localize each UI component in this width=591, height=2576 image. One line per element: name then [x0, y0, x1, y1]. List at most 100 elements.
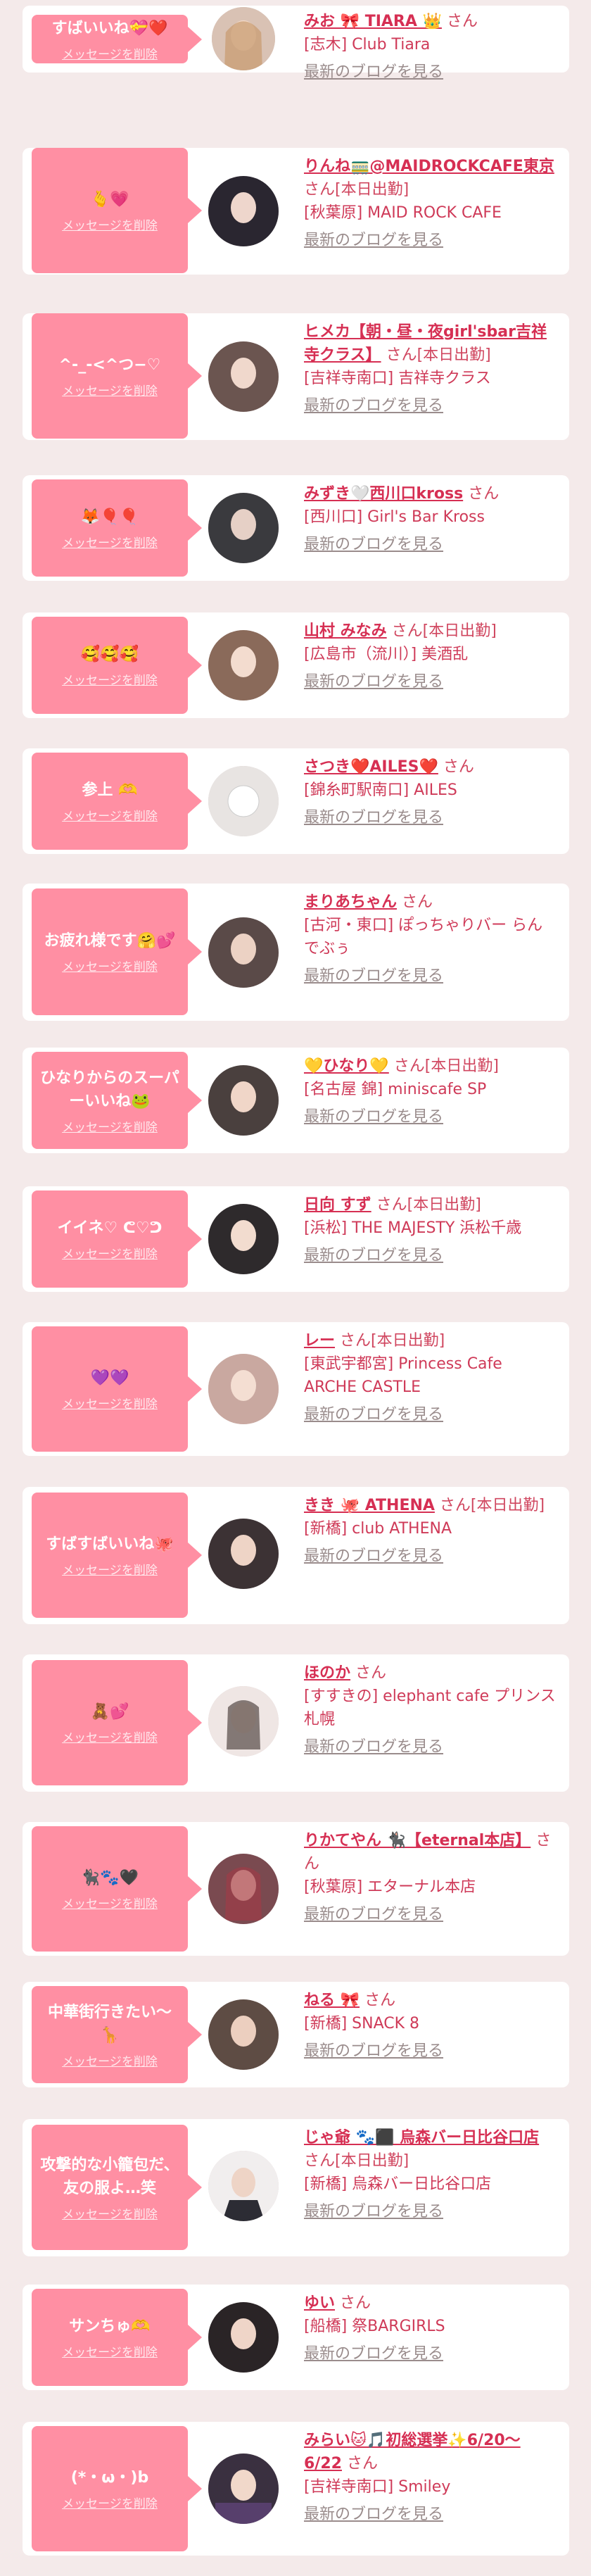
message-text: 中華街行きたい〜🦒 [47, 2003, 172, 2044]
sender-name[interactable]: じゃ爺 🐾⬛ 烏森バー日比谷口店 [304, 2129, 539, 2147]
avatar[interactable] [208, 2454, 279, 2524]
latest-blog-link[interactable]: 最新のブログを見る [304, 2342, 557, 2365]
latest-blog-link[interactable]: 最新のブログを見る [304, 229, 557, 252]
avatar-photo [208, 2302, 279, 2373]
sender-info: りんね🚃@MAIDROCKCAFE東京 さん[本日出勤] [秋葉原] MAID … [304, 155, 557, 252]
delete-message-link[interactable]: メッセージを削除 [62, 806, 158, 824]
delete-message-link[interactable]: メッセージを削除 [62, 2052, 158, 2069]
avatar-photo [208, 2454, 279, 2524]
sender-name[interactable]: みお 🎀 TIARA 👑 [304, 13, 442, 30]
avatar[interactable] [208, 1204, 279, 1274]
delete-message-link[interactable]: メッセージを削除 [62, 1117, 158, 1135]
latest-blog-link[interactable]: 最新のブログを見る [304, 1105, 557, 1129]
message-card: 参上 🫶 メッセージを削除 さつき❤️AILES❤️ さん [錦糸町駅南口] A… [23, 748, 569, 854]
avatar-photo [208, 493, 279, 563]
latest-blog-link[interactable]: 最新のブログを見る [304, 965, 557, 988]
message-card: 💜💜 メッセージを削除 レー さん[本日出勤] [東武宇都宮] Princess… [23, 1322, 569, 1456]
sender-info: みお 🎀 TIARA 👑 さん [志木] Club Tiara 最新のブログを見… [304, 10, 557, 84]
latest-blog-link[interactable]: 最新のブログを見る [304, 2040, 557, 2063]
delete-message-link[interactable]: メッセージを削除 [62, 1244, 158, 1262]
message-card: すばすばいいね🐙 メッセージを削除 きき 🐙 ATHENA さん[本日出勤] [… [23, 1487, 569, 1624]
sender-name[interactable]: ほのか [304, 1664, 350, 1682]
avatar[interactable] [208, 1999, 279, 2070]
delete-message-link[interactable]: メッセージを削除 [62, 1894, 158, 1911]
shop-name: [すすきの] elephant cafe プリンス 札幌 [304, 1688, 556, 1728]
message-card: お疲れ様です🤗💕 メッセージを削除 まりあちゃん さん [古河・東口] ぽっちゃ… [23, 884, 569, 1021]
delete-message-link[interactable]: メッセージを削除 [62, 44, 158, 62]
latest-blog-link[interactable]: 最新のブログを見る [304, 1735, 557, 1759]
delete-message-link[interactable]: メッセージを削除 [62, 381, 158, 398]
message-card: ^-_-<^つ−♡ メッセージを削除 ヒメカ【朝・昼・夜girl'sbar吉祥寺… [23, 313, 569, 440]
sender-name[interactable]: りかてやん 🐈‍⬛【eternal本店】 [304, 1832, 530, 1849]
delete-message-link[interactable]: メッセージを削除 [62, 2204, 158, 2222]
avatar[interactable] [212, 7, 275, 70]
sender-name[interactable]: 💛ひなり💛 [304, 1057, 389, 1075]
message-card: 攻撃的な小籠包だ、友の服よ…笑 メッセージを削除 じゃ爺 🐾⬛ 烏森バー日比谷口… [23, 2119, 569, 2256]
latest-blog-link[interactable]: 最新のブログを見る [304, 806, 557, 829]
avatar[interactable] [208, 630, 279, 700]
delete-message-link[interactable]: メッセージを削除 [62, 957, 158, 974]
avatar[interactable] [208, 2302, 279, 2373]
sender-name[interactable]: 日向 すず [304, 1196, 371, 1214]
message-card: 🫰💗 メッセージを削除 りんね🚃@MAIDROCKCAFE東京 さん[本日出勤]… [23, 148, 569, 275]
sender-suffix: さん [446, 13, 478, 30]
message-card: すばいいね💝❤️ メッセージを削除 みお 🎀 TIARA 👑 さん [志木] C… [23, 6, 569, 81]
delete-message-link[interactable]: メッセージを削除 [62, 1728, 158, 1745]
message-bubble: すばすばいいね🐙 メッセージを削除 [32, 1493, 202, 1618]
shop-name: [古河・東口] ぽっちゃりバー らんでぶぅ [304, 917, 543, 957]
avatar[interactable] [208, 1065, 279, 1136]
avatar[interactable] [208, 1519, 279, 1589]
sender-name[interactable]: きき 🐙 ATHENA [304, 1497, 435, 1514]
sender-name[interactable]: さつき❤️AILES❤️ [304, 758, 438, 776]
sender-name[interactable]: 山村 みなみ [304, 622, 387, 640]
delete-message-link[interactable]: メッセージを削除 [62, 215, 158, 233]
delete-message-link[interactable]: メッセージを削除 [62, 2494, 158, 2511]
avatar-photo [208, 2151, 279, 2221]
latest-blog-link[interactable]: 最新のブログを見る [304, 1903, 557, 1926]
delete-message-link[interactable]: メッセージを削除 [62, 670, 158, 688]
sender-info: さつき❤️AILES❤️ さん [錦糸町駅南口] AILES 最新のブログを見る [304, 755, 557, 829]
sender-name[interactable]: りんね🚃@MAIDROCKCAFE東京 [304, 158, 554, 175]
sender-info: ゆい さん [船橋] 祭BARGIRLS 最新のブログを見る [304, 2292, 557, 2365]
sender-info: 💛ひなり💛 さん[本日出勤] [名古屋 錦] miniscafe SP 最新のブ… [304, 1055, 557, 1129]
sender-info: 日向 すず さん[本日出勤] [浜松] THE MAJESTY 浜松千歳 最新の… [304, 1193, 557, 1267]
delete-message-link[interactable]: メッセージを削除 [62, 1560, 158, 1578]
avatar[interactable] [208, 1686, 279, 1757]
latest-blog-link[interactable]: 最新のブログを見る [304, 2503, 557, 2526]
avatar[interactable] [208, 766, 279, 836]
shop-name: [秋葉原] MAID ROCK CAFE [304, 204, 502, 222]
delete-message-link[interactable]: メッセージを削除 [62, 1394, 158, 1412]
sender-suffix: さん[本日出勤] [393, 1057, 499, 1075]
delete-message-link[interactable]: メッセージを削除 [62, 2342, 158, 2360]
avatar[interactable] [208, 493, 279, 563]
avatar[interactable] [208, 341, 279, 412]
sender-info: ヒメカ【朝・昼・夜girl'sbar吉祥寺クラス】 さん[本日出勤] [吉祥寺南… [304, 320, 557, 417]
avatar[interactable] [208, 1854, 279, 1924]
sender-name[interactable]: ゆい [304, 2294, 335, 2312]
sender-name[interactable]: レー [304, 1332, 335, 1350]
message-text: お疲れ様です🤗💕 [44, 932, 176, 950]
avatar[interactable] [208, 2151, 279, 2221]
sender-info: じゃ爺 🐾⬛ 烏森バー日比谷口店 さん[本日出勤] [新橋] 烏森バー日比谷口店… [304, 2126, 557, 2223]
sender-name[interactable]: ねる 🎀 [304, 1992, 360, 2009]
delete-message-link[interactable]: メッセージを削除 [62, 533, 158, 551]
message-bubble: ^-_-<^つ−♡ メッセージを削除 [32, 313, 202, 439]
message-bubble: 中華街行きたい〜🦒 メッセージを削除 [32, 1986, 202, 2083]
latest-blog-link[interactable]: 最新のブログを見る [304, 533, 557, 556]
sender-name[interactable]: みらい🐱🎵初総選挙✨6/20〜6/22 [304, 2432, 521, 2473]
sender-info: みらい🐱🎵初総選挙✨6/20〜6/22 さん [吉祥寺南口] Smiley 最新… [304, 2429, 557, 2526]
avatar[interactable] [208, 176, 279, 246]
shop-name: [秋葉原] エターナル本店 [304, 1878, 476, 1896]
latest-blog-link[interactable]: 最新のブログを見る [304, 670, 557, 693]
sender-name[interactable]: まりあちゃん [304, 893, 397, 911]
latest-blog-link[interactable]: 最新のブログを見る [304, 1545, 557, 1568]
latest-blog-link[interactable]: 最新のブログを見る [304, 394, 557, 417]
avatar[interactable] [208, 1354, 279, 1424]
latest-blog-link[interactable]: 最新のブログを見る [304, 2200, 557, 2223]
avatar[interactable] [208, 917, 279, 988]
latest-blog-link[interactable]: 最新のブログを見る [304, 1244, 557, 1267]
message-bubble: サンちゅ🫶 メッセージを削除 [32, 2289, 202, 2386]
latest-blog-link[interactable]: 最新のブログを見る [304, 1403, 557, 1426]
latest-blog-link[interactable]: 最新のブログを見る [304, 61, 557, 84]
sender-name[interactable]: みずき🤍西川口kross [304, 485, 463, 503]
